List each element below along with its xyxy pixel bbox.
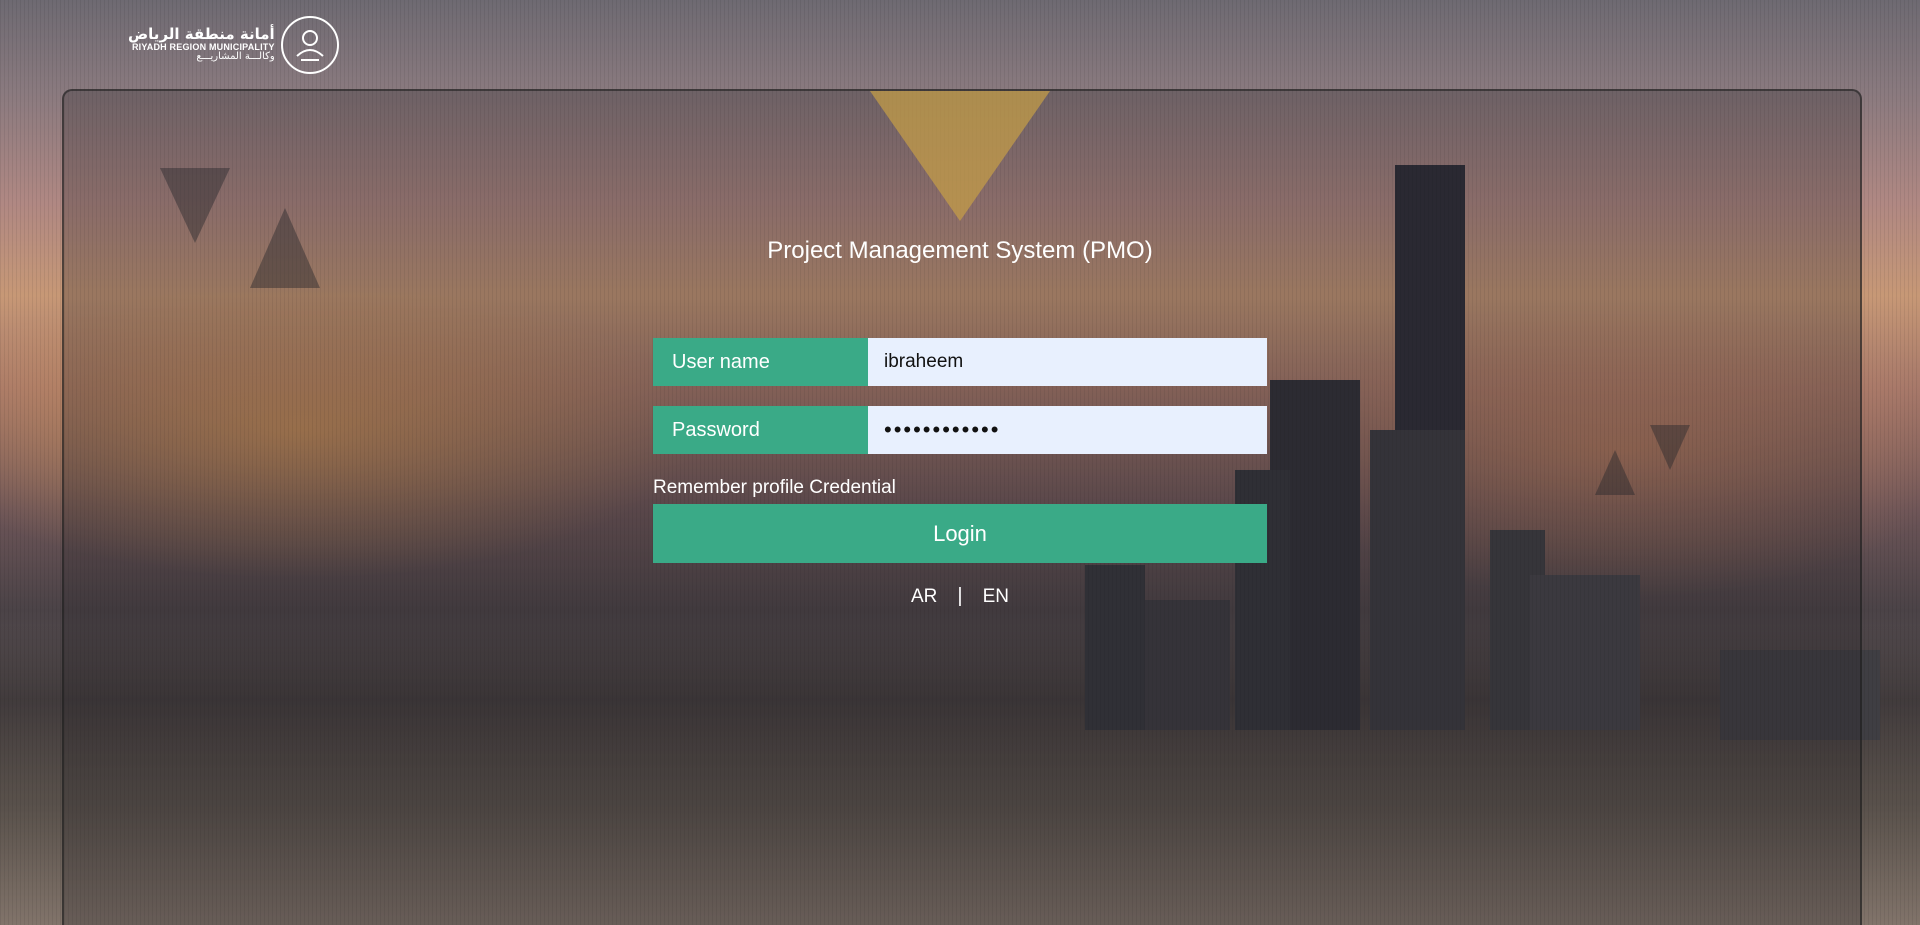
logo-subtitle: وكالـــة المشاريـــع <box>196 51 275 63</box>
password-input[interactable] <box>868 406 1267 454</box>
riyadh-municipality-logo: أمانة منطقة الرياض RIYADH REGION MUNICIP… <box>128 16 339 74</box>
password-row: Password <box>653 406 1267 454</box>
page-title: Project Management System (PMO) <box>767 237 1153 264</box>
language-switcher: AR | EN <box>0 585 1920 608</box>
username-row: User name <box>653 338 1267 386</box>
language-en-link[interactable]: EN <box>983 586 1009 608</box>
triangle-decoration <box>1650 425 1690 470</box>
language-separator: | <box>957 585 963 607</box>
login-button[interactable]: Login <box>653 504 1267 563</box>
login-page: أمانة منطقة الرياض RIYADH REGION MUNICIP… <box>0 0 1920 925</box>
username-label: User name <box>653 338 868 386</box>
username-input[interactable] <box>868 338 1267 386</box>
triangle-decoration <box>1595 450 1635 495</box>
remember-credential-label[interactable]: Remember profile Credential <box>653 477 896 499</box>
logo-arabic-name: أمانة منطقة الرياض <box>128 25 275 44</box>
language-ar-link[interactable]: AR <box>911 586 937 608</box>
password-label: Password <box>653 406 868 454</box>
gold-triangle-decoration <box>870 91 1050 221</box>
riyadh-seal-icon <box>280 16 339 74</box>
logo-text: أمانة منطقة الرياض RIYADH REGION MUNICIP… <box>128 25 275 63</box>
triangle-decoration <box>160 168 230 243</box>
